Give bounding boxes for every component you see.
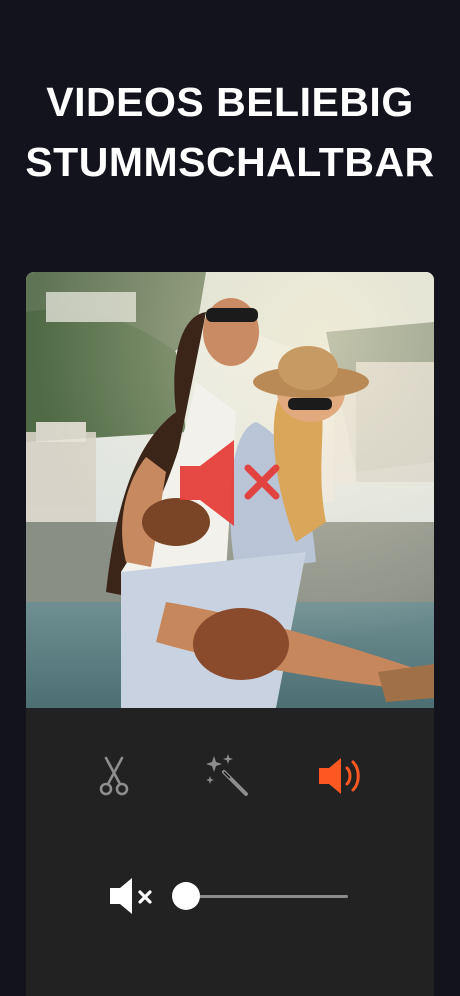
speaker-muted-icon <box>180 440 280 526</box>
volume-slider-track[interactable] <box>186 895 348 898</box>
headline-line-1: VIDEOS BELIEBIG <box>46 79 414 125</box>
volume-control <box>26 872 434 922</box>
volume-tool-button[interactable] <box>316 752 364 800</box>
scissors-icon <box>99 756 129 796</box>
editor-card <box>26 272 434 996</box>
mute-button[interactable] <box>106 874 158 918</box>
muted-overlay <box>176 438 286 528</box>
effects-tool-button[interactable] <box>204 752 252 800</box>
speaker-mute-icon <box>110 878 152 914</box>
editor-toolbar <box>26 752 434 812</box>
headline: VIDEOS BELIEBIG STUMMSCHALTBAR <box>0 72 460 192</box>
volume-slider-thumb[interactable] <box>172 882 200 910</box>
video-preview[interactable] <box>26 272 434 708</box>
cut-tool-button[interactable] <box>90 752 138 800</box>
speaker-volume-icon <box>319 758 360 794</box>
headline-line-2: STUMMSCHALTBAR <box>25 139 435 185</box>
magic-wand-icon <box>206 754 248 796</box>
